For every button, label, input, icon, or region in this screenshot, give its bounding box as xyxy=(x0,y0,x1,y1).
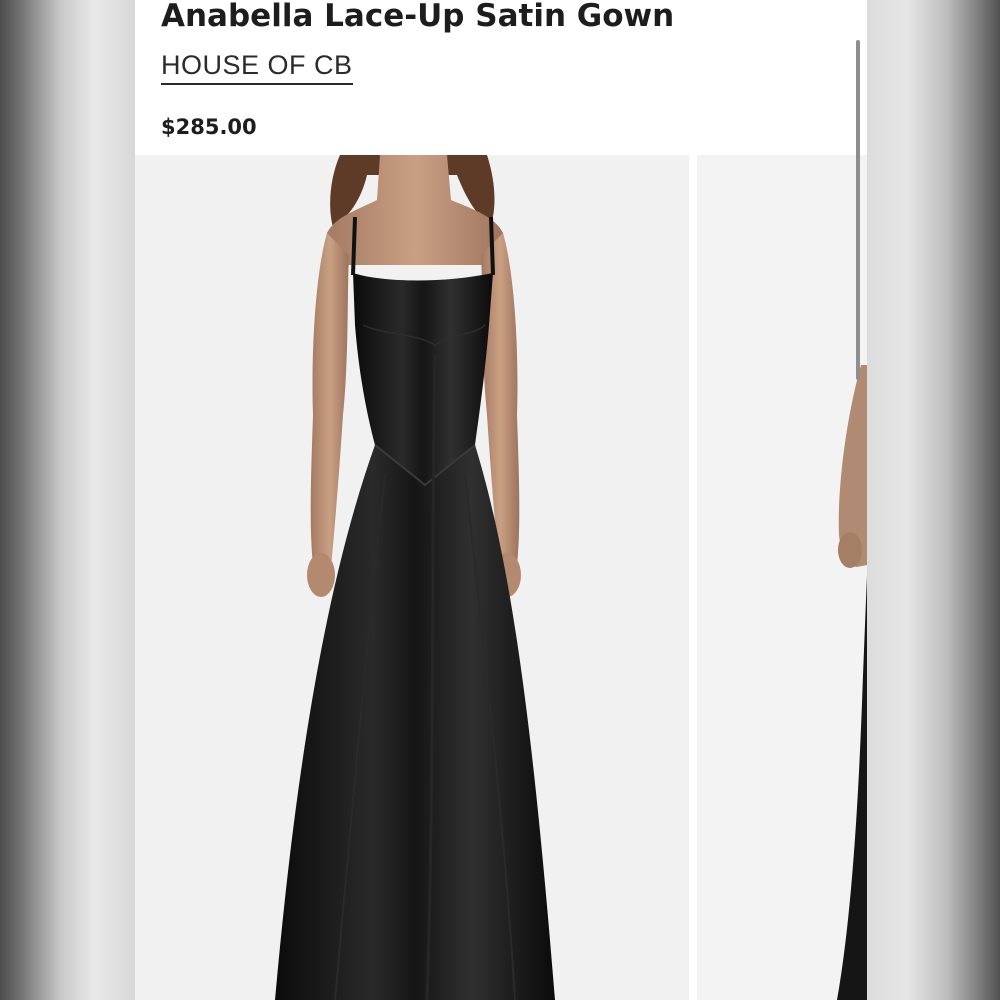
model-photo-partial xyxy=(697,155,867,1000)
page-scrollbar[interactable] xyxy=(856,40,860,380)
model-photo-front xyxy=(135,155,689,1000)
blurred-background-right xyxy=(867,0,1000,1000)
screenshot-stage: Anabella Lace-Up Satin Gown HOUSE OF CB … xyxy=(0,0,1000,1000)
gallery-image-next[interactable] xyxy=(697,155,867,1000)
gallery-image-main[interactable] xyxy=(135,155,689,1000)
product-header: Anabella Lace-Up Satin Gown HOUSE OF CB … xyxy=(135,0,867,155)
image-gallery[interactable] xyxy=(135,155,867,1000)
product-page: Anabella Lace-Up Satin Gown HOUSE OF CB … xyxy=(135,0,867,1000)
blurred-background-left xyxy=(0,0,135,1000)
product-price: $285.00 xyxy=(161,115,257,139)
brand-link[interactable]: HOUSE OF CB xyxy=(161,48,353,85)
product-title: Anabella Lace-Up Satin Gown xyxy=(161,0,675,34)
